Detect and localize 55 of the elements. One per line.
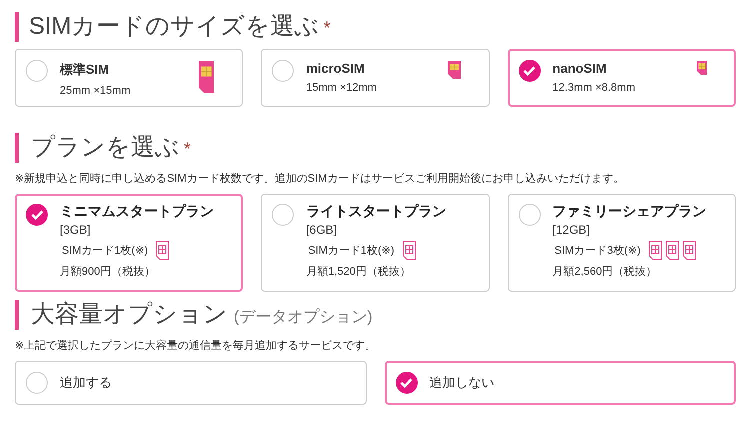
heading-title: SIMカードのサイズを選ぶ — [29, 12, 320, 42]
plan-name: ファミリーシェアプラン — [552, 203, 707, 221]
sim-count: SIMカード3枚(※) — [554, 244, 641, 258]
option-card[interactable]: ライトスタートプラン [6GB] SIMカード1枚(※) 月額1,520円（税抜） — [261, 194, 490, 292]
option-card[interactable]: ファミリーシェアプラン [12GB] SIMカード3枚(※) 月額2,560円（税抜） — [508, 194, 736, 292]
option-name: nanoSIM — [552, 61, 608, 76]
sim-count: SIMカード1枚(※) — [308, 244, 395, 258]
sim-card-icon — [199, 61, 214, 93]
heading-subtitle: (データオプション) — [234, 308, 373, 328]
check-icon — [523, 66, 536, 76]
data-amount: [12GB] — [552, 223, 592, 237]
radio-button[interactable] — [518, 60, 541, 82]
check-icon — [400, 378, 413, 388]
radio-button[interactable] — [272, 60, 294, 82]
option-name: microSIM — [306, 61, 366, 76]
option-card[interactable]: 追加する — [15, 361, 366, 405]
price-text: 月額2,560円（税抜） — [552, 264, 658, 279]
option-card[interactable]: microSIM 15mm ×12mm — [261, 49, 490, 107]
radio-button[interactable] — [26, 60, 48, 82]
option-card[interactable]: ミニマムスタートプラン [3GB] SIMカード1枚(※) 月額900円（税抜） — [15, 194, 244, 292]
option-card[interactable]: 標準SIM 25mm ×15mm — [15, 49, 244, 107]
sim-card-icon — [696, 61, 707, 75]
price-text: 月額900円（税抜） — [60, 264, 156, 279]
note-text: ※新規申込と同時に申し込めるSIMカード枚数です。追加のSIMカードはサービスご利用開始後にお申し込みいただけます。 — [15, 172, 626, 186]
plan-name: ミニマムスタートプラン — [60, 203, 214, 221]
required-mark: * — [184, 138, 192, 161]
option-name: 標準SIM — [60, 61, 110, 79]
sim-card-icon — [648, 241, 662, 260]
required-mark: * — [324, 17, 331, 40]
option-name: 追加しない — [430, 374, 494, 392]
check-icon — [30, 210, 44, 220]
sim-card-icon — [402, 241, 416, 260]
radio-button[interactable] — [26, 372, 48, 394]
sim-count: SIMカード1枚(※) — [62, 244, 148, 258]
radio-button[interactable] — [518, 204, 541, 226]
price-text: 月額1,520円（税抜） — [306, 264, 412, 279]
radio-button[interactable] — [26, 204, 48, 226]
sim-card-icon — [156, 241, 170, 260]
heading-title: プランを選ぶ — [31, 133, 180, 163]
radio-button[interactable] — [272, 204, 294, 226]
sim-card-icon — [682, 241, 696, 260]
size-text: 15mm ×12mm — [306, 82, 377, 94]
option-card[interactable]: 追加しない — [384, 361, 736, 405]
sim-card-icon — [448, 61, 461, 79]
data-amount: [6GB] — [306, 223, 338, 237]
radio-button[interactable] — [396, 372, 418, 394]
size-text: 25mm ×15mm — [60, 85, 131, 97]
plan-name: ライトスタートプラン — [306, 203, 446, 221]
size-text: 12.3mm ×8.8mm — [552, 82, 636, 94]
option-name: 追加する — [60, 374, 112, 392]
option-card[interactable]: nanoSIM 12.3mm ×8.8mm — [508, 49, 736, 107]
heading-title: 大容量オプション — [31, 300, 228, 330]
data-amount: [3GB] — [60, 223, 92, 237]
sim-card-icon — [666, 241, 679, 260]
note-text: ※上記で選択したプランに大容量の通信量を毎月追加するサービスです。 — [15, 338, 378, 353]
